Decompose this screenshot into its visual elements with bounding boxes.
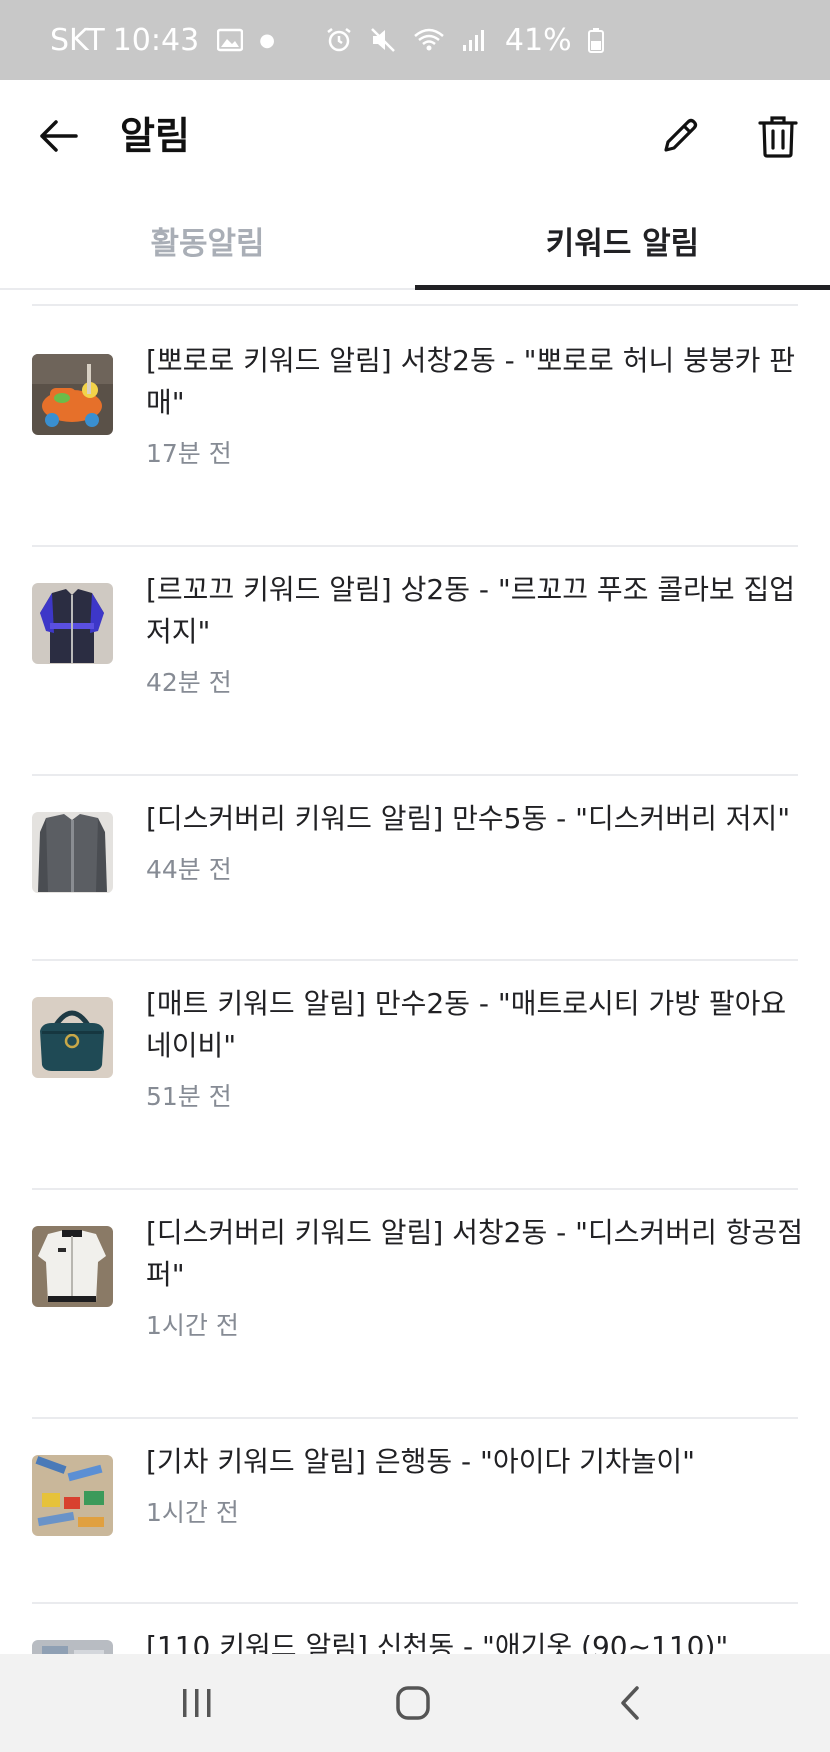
battery-icon	[587, 27, 604, 53]
mute-icon	[369, 26, 397, 54]
item-thumbnail	[32, 997, 113, 1078]
item-text: [뽀로로 키워드 알림] 서창2동 - "뽀로로 허니 붕붕카 판매" 17분 …	[146, 340, 806, 472]
item-text: [디스커버리 키워드 알림] 만수5동 - "디스커버리 저지" 44분 전	[146, 798, 806, 888]
back-button[interactable]	[30, 108, 86, 164]
item-text: [디스커버리 키워드 알림] 서창2동 - "디스커버리 항공점퍼" 1시간 전	[146, 1212, 806, 1344]
trash-icon	[758, 116, 798, 158]
item-thumbnail	[32, 812, 113, 893]
notification-dot-icon: ●	[259, 29, 275, 51]
item-thumbnail	[32, 1455, 113, 1536]
signal-icon	[461, 27, 489, 53]
tab-activity[interactable]: 활동알림	[0, 192, 415, 288]
app-bar: 알림	[0, 80, 830, 192]
item-time: 1시간 전	[146, 1311, 239, 1340]
item-title: [기차 키워드 알림] 은행동 - "아이다 기차놀이"	[146, 1445, 696, 1478]
item-text: [매트 키워드 알림] 만수2동 - "매트로시티 가방 팔아요 네이비" 51…	[146, 983, 806, 1115]
home-icon	[396, 1686, 430, 1720]
alarm-icon	[325, 26, 353, 54]
item-thumbnail	[32, 1640, 113, 1654]
list-item[interactable]: [디스커버리 키워드 알림] 만수5동 - "디스커버리 저지" 44분 전	[32, 776, 798, 961]
recents-button[interactable]	[167, 1676, 227, 1730]
arrow-left-icon	[40, 120, 78, 152]
kids-clothes-image	[32, 1640, 113, 1654]
list-item[interactable]: [뽀로로 키워드 알림] 서창2동 - "뽀로로 허니 붕붕카 판매" 17분 …	[32, 318, 798, 547]
track-jacket-image	[32, 583, 113, 664]
item-thumbnail	[32, 583, 113, 664]
list-item[interactable]: [매트 키워드 알림] 만수2동 - "매트로시티 가방 팔아요 네이비" 51…	[32, 961, 798, 1190]
item-text: [르꼬끄 키워드 알림] 상2동 - "르꼬끄 푸조 콜라보 집업저지" 42분…	[146, 569, 806, 701]
nav-back-button[interactable]	[600, 1676, 660, 1730]
delete-button[interactable]	[750, 108, 806, 164]
item-time: 42분 전	[146, 668, 232, 697]
pencil-icon	[664, 118, 698, 152]
battery-label: 41%	[504, 22, 572, 58]
item-title: [르꼬끄 키워드 알림] 상2동 - "르꼬끄 푸조 콜라보 집업저지"	[146, 573, 796, 648]
item-title: [110 키워드 알림] 신천동 - "애기옷 (90~110)"	[146, 1630, 729, 1654]
item-title: [디스커버리 키워드 알림] 만수5동 - "디스커버리 저지"	[146, 802, 791, 835]
item-thumbnail	[32, 1226, 113, 1307]
recents-icon	[183, 1689, 211, 1717]
list-item[interactable]: [르꼬끄 키워드 알림] 상2동 - "르꼬끄 푸조 콜라보 집업저지" 42분…	[32, 547, 798, 776]
item-title: [매트 키워드 알림] 만수2동 - "매트로시티 가방 팔아요 네이비"	[146, 987, 787, 1062]
list-item[interactable]: [기차 키워드 알림] 은행동 - "아이다 기차놀이" 1시간 전	[32, 1419, 798, 1604]
list-divider	[32, 304, 798, 306]
white-jumper-image	[32, 1226, 113, 1307]
page-title: 알림	[120, 114, 190, 158]
item-time: 44분 전	[146, 855, 232, 884]
home-button[interactable]	[383, 1676, 443, 1730]
item-time: 51분 전	[146, 1082, 232, 1111]
edit-button[interactable]	[652, 108, 708, 164]
item-title: [디스커버리 키워드 알림] 서창2동 - "디스커버리 항공점퍼"	[146, 1216, 804, 1291]
navy-bag-image	[32, 997, 113, 1078]
item-title: [뽀로로 키워드 알림] 서창2동 - "뽀로로 허니 붕붕카 판매"	[146, 344, 796, 419]
tab-keyword[interactable]: 키워드 알림	[415, 192, 830, 290]
toy-car-image	[32, 354, 113, 435]
list-item[interactable]: [디스커버리 키워드 알림] 서창2동 - "디스커버리 항공점퍼" 1시간 전	[32, 1190, 803, 1419]
carrier-label: SKT	[50, 22, 105, 58]
train-toy-image	[32, 1455, 113, 1536]
notification-tabs: 활동알림 키워드 알림	[0, 192, 830, 290]
item-time: 17분 전	[146, 439, 232, 468]
wifi-icon	[413, 27, 445, 53]
system-nav-bar	[0, 1654, 830, 1752]
status-time: 10:43	[112, 22, 200, 58]
nav-back-icon	[621, 1686, 639, 1720]
notification-list: [뽀로로 키워드 알림] 서창2동 - "뽀로로 허니 붕붕카 판매" 17분 …	[0, 290, 830, 1654]
item-thumbnail	[32, 354, 113, 435]
gallery-icon	[217, 28, 244, 52]
list-item[interactable]: [110 키워드 알림] 신천동 - "애기옷 (90~110)"	[32, 1604, 798, 1654]
item-text: [110 키워드 알림] 신천동 - "애기옷 (90~110)"	[146, 1626, 806, 1654]
item-text: [기차 키워드 알림] 은행동 - "아이다 기차놀이" 1시간 전	[146, 1441, 806, 1531]
gray-jersey-image	[32, 812, 113, 893]
item-time: 1시간 전	[146, 1498, 239, 1527]
status-bar: SKT 10:43 ● 41%	[0, 0, 830, 80]
